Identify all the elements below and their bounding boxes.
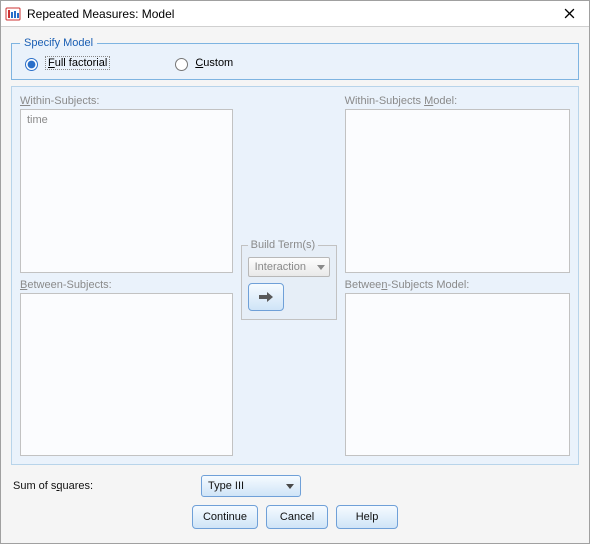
continue-button[interactable]: Continue bbox=[192, 505, 258, 529]
close-button[interactable] bbox=[555, 4, 583, 24]
within-subjects-model-label: Within-Subjects Model: bbox=[345, 95, 570, 107]
sum-of-squares-label: Sum of squares: bbox=[13, 480, 191, 492]
add-term-button[interactable] bbox=[248, 283, 284, 311]
radio-full-factorial-input[interactable] bbox=[25, 58, 38, 71]
specify-model-legend: Specify Model bbox=[20, 37, 97, 49]
radio-custom[interactable]: Custom bbox=[170, 55, 233, 71]
within-subjects-label: Within-Subjects: bbox=[20, 95, 233, 107]
specify-model-group: Specify Model Full factorial Custom bbox=[11, 37, 579, 80]
between-subjects-model-label: Between-Subjects Model: bbox=[345, 275, 570, 291]
list-item[interactable]: time bbox=[23, 112, 230, 128]
chevron-down-icon bbox=[286, 484, 294, 489]
dialog-content: Specify Model Full factorial Custom With… bbox=[1, 27, 589, 543]
between-subjects-list[interactable] bbox=[20, 293, 233, 457]
help-button[interactable]: Help bbox=[336, 505, 398, 529]
within-subjects-list[interactable]: time bbox=[20, 109, 233, 273]
within-subjects-model-list[interactable] bbox=[345, 109, 570, 273]
sum-of-squares-combo[interactable]: Type III bbox=[201, 475, 301, 497]
between-subjects-label: Between-Subjects: bbox=[20, 275, 233, 291]
sum-of-squares-row: Sum of squares: Type III bbox=[11, 465, 579, 501]
radio-full-factorial[interactable]: Full factorial bbox=[20, 55, 110, 71]
app-icon bbox=[5, 6, 21, 22]
radio-full-factorial-label: Full factorial bbox=[45, 56, 110, 70]
model-area: Within-Subjects: time Between-Subjects: … bbox=[11, 86, 579, 465]
window-title: Repeated Measures: Model bbox=[27, 7, 174, 21]
sum-of-squares-value: Type III bbox=[208, 480, 244, 492]
build-terms-type-value: Interaction bbox=[255, 261, 306, 273]
radio-custom-label: Custom bbox=[195, 57, 233, 69]
build-terms-legend: Build Term(s) bbox=[248, 239, 319, 251]
dialog-window: Repeated Measures: Model Specify Model F… bbox=[0, 0, 590, 544]
radio-custom-input[interactable] bbox=[175, 58, 188, 71]
build-terms-type-combo[interactable]: Interaction bbox=[248, 257, 330, 277]
titlebar: Repeated Measures: Model bbox=[1, 1, 589, 27]
build-terms-group: Build Term(s) Interaction bbox=[241, 239, 337, 320]
cancel-button[interactable]: Cancel bbox=[266, 505, 328, 529]
between-subjects-model-list[interactable] bbox=[345, 293, 570, 457]
build-terms-column: Build Term(s) Interaction bbox=[239, 109, 339, 456]
chevron-down-icon bbox=[317, 265, 325, 270]
dialog-buttons: Continue Cancel Help bbox=[11, 501, 579, 539]
